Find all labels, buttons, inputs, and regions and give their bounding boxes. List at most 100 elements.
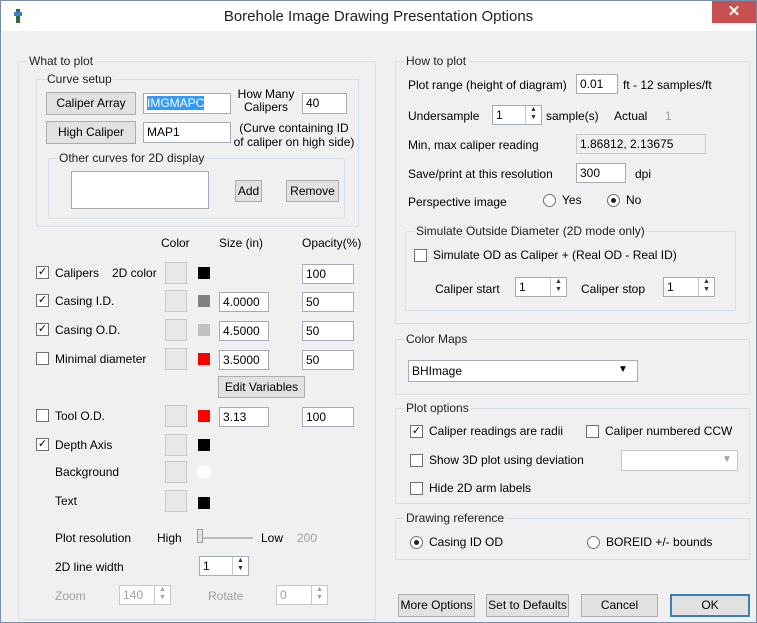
caliper-array-input[interactable]: IMGMAPC xyxy=(143,93,231,114)
tool-od-opacity-input[interactable]: 100 xyxy=(302,407,354,427)
curve-setup-legend: Curve setup xyxy=(45,72,114,86)
plot-resolution-label: Plot resolution xyxy=(55,531,132,545)
row-opacity-input[interactable]: 100 xyxy=(302,264,354,284)
plot-range-label: Plot range (height of diagram) xyxy=(408,78,567,92)
row-size-input[interactable]: 4.0000 xyxy=(219,292,269,312)
caliper-stop-spinner[interactable]: ▲ ▼ xyxy=(698,278,714,296)
row-color-chip xyxy=(198,267,210,279)
row-opacity-input[interactable]: 50 xyxy=(302,350,354,370)
row-opacity-input[interactable]: 50 xyxy=(302,321,354,341)
other-curves-list[interactable] xyxy=(71,171,209,209)
plot-resolution-low-label: Low xyxy=(261,531,284,545)
perspective-no-radio[interactable] xyxy=(607,194,620,207)
color-map-select[interactable]: BHImage xyxy=(408,360,638,382)
depth-axis-color-button[interactable] xyxy=(165,434,187,456)
color-map-value: BHImage xyxy=(412,364,463,378)
deviation-select[interactable] xyxy=(621,450,738,471)
deviation-checkbox[interactable] xyxy=(410,454,423,467)
size-header: Size (in) xyxy=(219,236,264,250)
text-color-chip xyxy=(198,497,210,509)
row-size-input[interactable]: 4.5000 xyxy=(219,321,269,341)
depth-axis-checkbox[interactable]: ✓ xyxy=(36,438,49,451)
row-color-button[interactable] xyxy=(165,319,187,341)
row-checkbox[interactable]: ✓ xyxy=(36,294,49,307)
line-width-spinner[interactable]: ▲ ▼ xyxy=(232,557,248,575)
undersample-label: Undersample xyxy=(408,109,480,123)
row-label: Calipers xyxy=(55,266,100,280)
row-opacity-input[interactable]: 50 xyxy=(302,292,354,312)
spin-up-icon: ▲ xyxy=(555,278,562,285)
how-to-plot-legend: How to plot xyxy=(404,54,469,68)
zoom-label: Zoom xyxy=(55,589,86,603)
close-button[interactable]: ✕ xyxy=(712,1,756,23)
remove-button[interactable]: Remove xyxy=(286,180,339,202)
tool-od-color-chip xyxy=(198,410,210,422)
casing-id-od-radio[interactable] xyxy=(410,536,423,549)
resolution-input[interactable]: 300 xyxy=(576,163,626,183)
dropdown-arrow-icon: ▼ xyxy=(618,364,628,375)
more-options-button[interactable]: More Options xyxy=(398,594,475,617)
row-color-button[interactable] xyxy=(165,290,187,312)
caliper-stop-value: 1 xyxy=(667,280,674,294)
undersample-spinner[interactable]: ▲ ▼ xyxy=(525,106,541,124)
spin-down-icon: ▼ xyxy=(555,286,562,293)
simulate-od-checkbox[interactable] xyxy=(414,249,427,262)
background-label: Background xyxy=(55,465,120,479)
row-color-chip xyxy=(198,353,210,365)
caliper-array-button[interactable]: Caliper Array xyxy=(46,92,136,115)
spin-down-icon: ▼ xyxy=(316,594,323,601)
rotate-spinner[interactable]: ▲ ▼ xyxy=(311,586,327,604)
ok-button[interactable]: OK xyxy=(670,594,750,617)
cancel-button[interactable]: Cancel xyxy=(581,594,658,617)
deviation-label: Show 3D plot using deviation xyxy=(429,453,584,467)
radii-checkbox[interactable]: ✓ xyxy=(410,425,423,438)
row-checkbox[interactable]: ✓ xyxy=(36,323,49,336)
tool-od-size-input[interactable]: 3.13 xyxy=(219,407,269,427)
dialog-window: Borehole Image Drawing Presentation Opti… xyxy=(0,0,757,623)
plot-resolution-slider[interactable] xyxy=(197,529,203,543)
plot-range-input[interactable]: 0.01 xyxy=(576,74,618,94)
hide-arm-labels-label: Hide 2D arm labels xyxy=(429,481,532,495)
how-many-calipers-input[interactable]: 40 xyxy=(302,93,347,114)
line-width-value: 1 xyxy=(203,559,210,573)
set-to-defaults-button[interactable]: Set to Defaults xyxy=(486,594,569,617)
casing-id-od-label: Casing ID OD xyxy=(429,535,504,549)
tool-od-color-button[interactable] xyxy=(165,405,187,427)
row-color-chip xyxy=(198,324,210,336)
ccw-checkbox[interactable] xyxy=(586,425,599,438)
line-width-label: 2D line width xyxy=(55,560,124,574)
row-size-input[interactable]: 3.5000 xyxy=(219,350,269,370)
high-caliper-input[interactable]: MAP1 xyxy=(143,122,231,143)
minmax-label: Min, max caliper reading xyxy=(408,138,539,152)
tool-od-checkbox[interactable] xyxy=(36,409,49,422)
resolution-label: Save/print at this resolution xyxy=(408,167,553,181)
row-color-chip xyxy=(198,295,210,307)
caliper-array-value: IMGMAPC xyxy=(147,96,205,110)
background-color-button[interactable] xyxy=(165,461,187,483)
curve-note: (Curve containing ID of caliper on high … xyxy=(233,121,355,149)
spin-down-icon: ▼ xyxy=(159,594,166,601)
caliper-start-spinner[interactable]: ▲ ▼ xyxy=(550,278,566,296)
plot-resolution-track xyxy=(197,537,253,539)
edit-variables-button[interactable]: Edit Variables xyxy=(218,376,305,398)
high-caliper-button[interactable]: High Caliper xyxy=(46,121,136,144)
row-checkbox[interactable] xyxy=(36,352,49,365)
add-button[interactable]: Add xyxy=(235,180,262,202)
how-many-calipers-label: How Many Calipers xyxy=(237,87,295,114)
deviation-dropdown-icon: ▼ xyxy=(722,454,732,465)
window-title: Borehole Image Drawing Presentation Opti… xyxy=(223,8,534,25)
spin-up-icon: ▲ xyxy=(703,278,710,285)
text-color-button[interactable] xyxy=(165,490,187,512)
row-color-button[interactable] xyxy=(165,348,187,370)
caliper-stop-label: Caliper stop xyxy=(581,282,646,296)
spin-down-icon: ▼ xyxy=(237,565,244,572)
spin-up-icon: ▲ xyxy=(316,586,323,593)
zoom-spinner[interactable]: ▲ ▼ xyxy=(154,586,170,604)
row-color-button[interactable] xyxy=(165,262,187,284)
radii-label: Caliper readings are radii xyxy=(429,424,564,438)
perspective-yes-radio[interactable] xyxy=(543,194,556,207)
row-checkbox[interactable]: ✓ xyxy=(36,266,49,279)
hide-arm-labels-checkbox[interactable] xyxy=(410,482,423,495)
boreid-bounds-radio[interactable] xyxy=(587,536,600,549)
what-to-plot-legend: What to plot xyxy=(27,54,96,68)
